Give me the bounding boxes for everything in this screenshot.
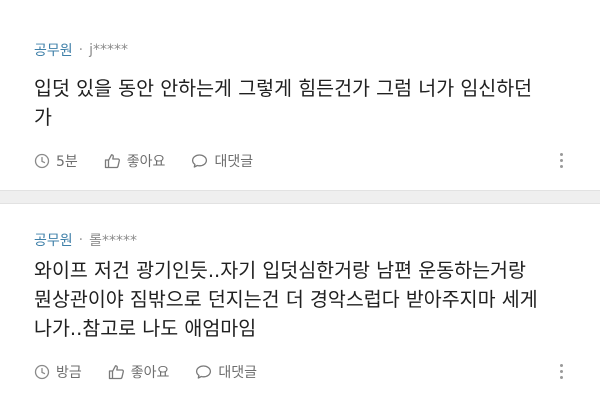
comment-meta: 공무원 · j***** [34,40,128,60]
speech-bubble-icon [192,154,208,168]
timestamp: 5분 [34,151,78,171]
user-id: 롤***** [89,233,137,249]
more-vertical-icon[interactable] [560,150,564,171]
reply-label: 대댓글 [214,154,254,170]
comment-actions: 5분 좋아요 대댓글 [34,151,279,171]
comment-line: 가 [34,106,52,129]
comment-line: 와이프 저건 광기인듯..자기 입덧심한거랑 남편 운동하는거랑 [34,259,526,282]
comment-line: 나가..참고로 나도 애엄마임 [34,317,257,340]
comment-line: 입덧 있을 동안 안하는게 그렇게 힘든건가 그럼 너가 임신하던 [34,77,533,100]
like-button[interactable]: 좋아요 [108,362,170,382]
reply-button[interactable]: 대댓글 [191,151,253,171]
clock-icon [34,364,50,380]
comment-divider [0,190,600,204]
comment-item: 공무원 · j***** 입덧 있을 동안 안하는게 그렇게 힘든건가 그럼 너… [0,0,600,190]
meta-separator: · [78,42,84,58]
comment-item: 공무원 · 롤***** 와이프 저건 광기인듯..자기 입덧심한거랑 남편 운… [0,204,600,401]
comment-line: 뭔상관이야 짐밖으로 던지는건 더 경악스럽다 받아주지마 세게 [34,288,538,311]
reply-label: 대댓글 [218,365,258,381]
like-button[interactable]: 좋아요 [104,151,166,171]
like-label: 좋아요 [126,154,166,170]
reply-button[interactable]: 대댓글 [195,362,257,382]
more-vertical-icon[interactable] [560,361,564,382]
thumbs-up-icon [108,365,124,380]
like-label: 좋아요 [130,365,170,381]
timestamp: 방금 [34,362,82,382]
author-name[interactable]: 공무원 [34,40,73,60]
comment-actions: 방금 좋아요 대댓글 [34,362,283,382]
comment-meta: 공무원 · 롤***** [34,230,137,250]
time-label: 방금 [56,365,82,381]
speech-bubble-icon [196,365,212,379]
user-id: j***** [89,42,128,58]
time-label: 5분 [56,154,78,170]
clock-icon [34,153,50,169]
thumbs-up-icon [104,154,120,169]
meta-separator: · [78,232,84,248]
comment-body: 입덧 있을 동안 안하는게 그렇게 힘든건가 그럼 너가 임신하던 가 [34,74,574,132]
author-name[interactable]: 공무원 [34,230,73,250]
comment-body: 와이프 저건 광기인듯..자기 입덧심한거랑 남편 운동하는거랑 뭔상관이야 짐… [34,256,574,343]
